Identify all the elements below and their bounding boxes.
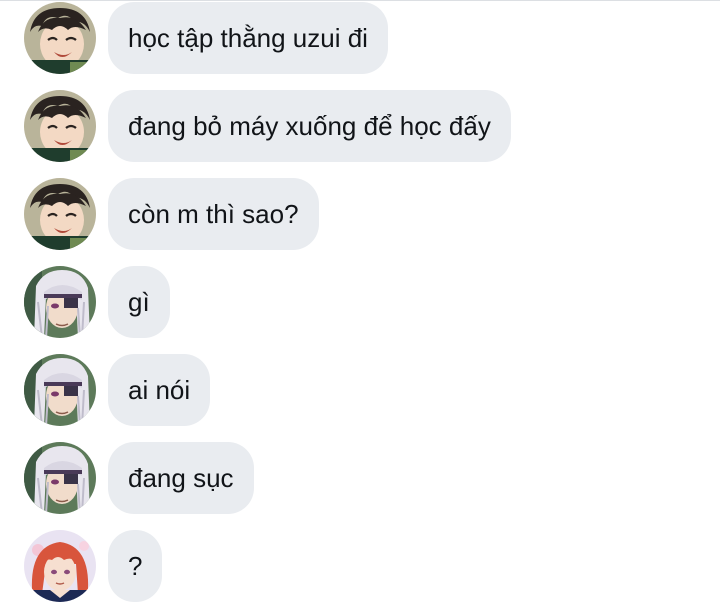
avatar-tanjiro-image [24, 178, 96, 250]
message-text: ? [128, 550, 143, 581]
avatar-tanjiro[interactable] [24, 90, 96, 162]
message-text: còn m thì sao? [128, 198, 299, 229]
avatar-tanjiro-image [24, 2, 96, 74]
message-bubble[interactable]: còn m thì sao? [108, 178, 319, 250]
avatar-sabito-image [24, 530, 96, 602]
avatar-tanjiro[interactable] [24, 178, 96, 250]
avatar-uzui[interactable] [24, 354, 96, 426]
avatar-uzui-image [24, 442, 96, 514]
avatar-sabito[interactable] [24, 530, 96, 602]
message-row: gì [24, 266, 170, 338]
message-text: học tập thằng uzui đi [128, 22, 368, 53]
avatar-tanjiro[interactable] [24, 2, 96, 74]
message-row: đang sục [24, 442, 254, 514]
message-row: ? [24, 530, 163, 602]
avatar-uzui[interactable] [24, 266, 96, 338]
top-divider [0, 0, 720, 1]
message-text: đang bỏ máy xuống để học đấy [128, 110, 491, 141]
message-bubble[interactable]: đang bỏ máy xuống để học đấy [108, 90, 511, 162]
message-row: ai nói [24, 354, 211, 426]
message-row: đang bỏ máy xuống để học đấy [24, 90, 511, 162]
avatar-uzui[interactable] [24, 442, 96, 514]
message-text: ai nói [128, 374, 191, 405]
message-text: đang sục [128, 462, 234, 493]
message-row: còn m thì sao? [24, 178, 319, 250]
message-row: học tập thằng uzui đi [24, 2, 388, 74]
message-bubble[interactable]: ? [108, 530, 163, 602]
avatar-tanjiro-image [24, 90, 96, 162]
avatar-uzui-image [24, 266, 96, 338]
message-bubble[interactable]: ai nói [108, 354, 211, 426]
message-bubble[interactable]: học tập thằng uzui đi [108, 2, 388, 74]
message-bubble[interactable]: đang sục [108, 442, 254, 514]
message-bubble[interactable]: gì [108, 266, 170, 338]
avatar-uzui-image [24, 354, 96, 426]
message-text: gì [128, 286, 150, 317]
